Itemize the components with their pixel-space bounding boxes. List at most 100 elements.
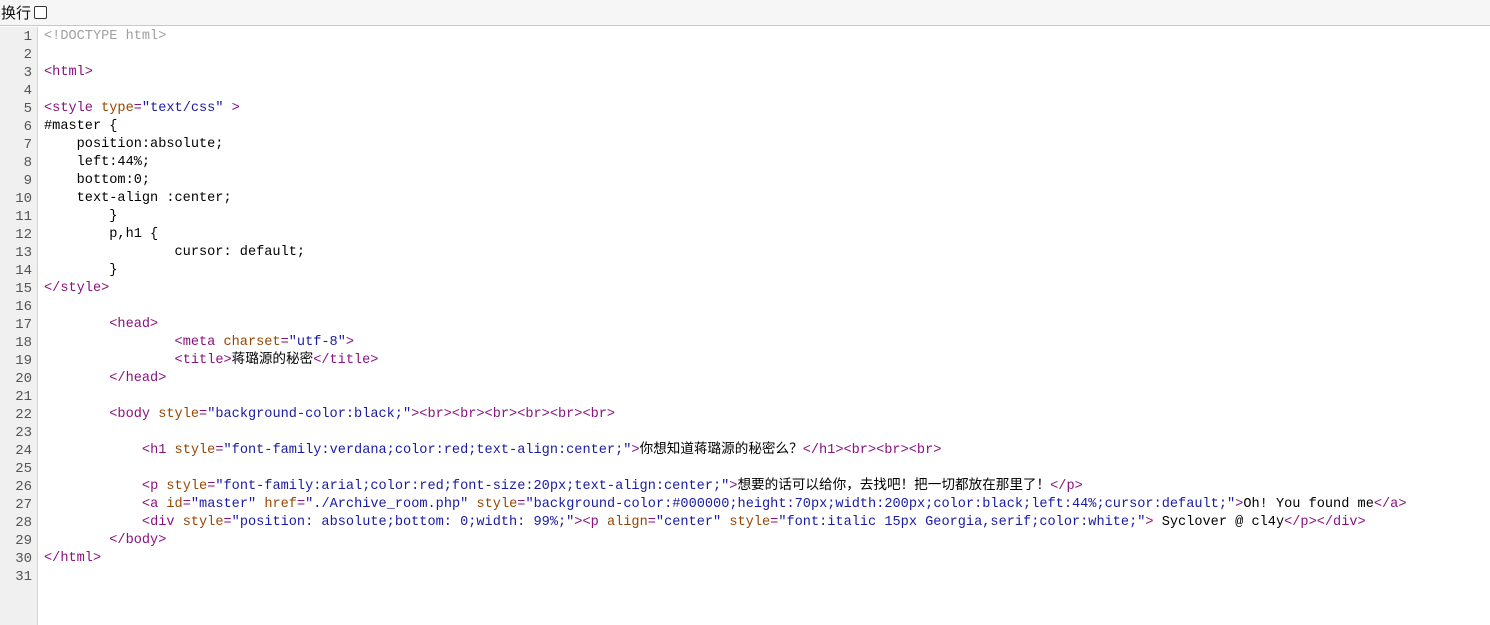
code-token-tag: >: [223, 101, 240, 116]
code-token-tag: </html>: [44, 551, 102, 566]
code-line: cursor: default;: [38, 244, 1490, 262]
code-token-attr: align: [606, 515, 648, 530]
line-number: 16: [15, 299, 32, 315]
code-token-tag: <head>: [109, 317, 159, 332]
line-number: 26: [15, 479, 32, 495]
code-token-plain: }: [44, 209, 118, 224]
code-token-tag: <body: [109, 407, 159, 422]
code-token-tag: </style>: [44, 281, 110, 296]
code-area: <!DOCTYPE html> <html> <style type="text…: [38, 27, 1490, 625]
code-token-value: "position: absolute;bottom: 0;width: 99%…: [231, 515, 575, 530]
code-token-value: "master": [190, 497, 257, 512]
code-line: text-align :center;: [38, 190, 1490, 208]
code-token-tag: <p: [141, 479, 167, 494]
code-token-tag: <div: [141, 515, 183, 530]
code-line: <title>蒋璐源的秘密</title>: [38, 352, 1490, 370]
code-line: }: [38, 262, 1490, 280]
code-token-tag: <meta: [174, 335, 224, 350]
line-number: 25: [15, 461, 32, 477]
line-number: 23: [15, 425, 32, 441]
code-token-value: "utf-8": [288, 335, 346, 350]
line-number: 4: [23, 83, 32, 99]
code-token-plain: #master {: [44, 119, 118, 134]
source-code-viewer: 1 2 3 4 5 6 7 8 9 10 11 12 13 14 15 16 17 18 19 20 21 22 23 24 2…: [0, 27, 1490, 625]
line-number: 24: [15, 443, 32, 459]
line-number: 29: [15, 533, 32, 549]
code-line: <head>: [38, 316, 1490, 334]
code-line: <meta charset="utf-8">: [38, 334, 1490, 352]
line-number: 28: [15, 515, 32, 531]
code-line: <h1 style="font-family:verdana;color:red…: [38, 442, 1490, 460]
code-line: }: [38, 208, 1490, 226]
line-number: 11: [15, 209, 32, 225]
code-token-plain: position:absolute;: [44, 137, 224, 152]
code-token-tag: </title>: [313, 353, 379, 368]
code-token-tag: </head>: [109, 371, 167, 386]
code-line: position:absolute;: [38, 136, 1490, 154]
line-number: 7: [23, 137, 32, 153]
line-number: 3: [23, 65, 32, 81]
line-number: 20: [15, 371, 32, 387]
code-line: </html>: [38, 550, 1490, 568]
code-token-plain: Oh! You found me: [1243, 497, 1374, 512]
code-line: </style>: [38, 280, 1490, 298]
line-number: 13: [15, 245, 32, 261]
code-token-tag: =: [182, 497, 191, 512]
code-token-tag: =: [133, 101, 142, 116]
code-line: left:44%;: [38, 154, 1490, 172]
code-line: </body>: [38, 532, 1490, 550]
line-number: 17: [15, 317, 32, 333]
code-token-tag: =: [280, 335, 289, 350]
code-token-plain: left:44%;: [44, 155, 151, 170]
code-line: p,h1 {: [38, 226, 1490, 244]
line-number: 5: [23, 101, 32, 117]
code-token-tag: =: [296, 497, 306, 512]
code-token-tag: ><p: [574, 515, 607, 530]
line-number-gutter: 1 2 3 4 5 6 7 8 9 10 11 12 13 14 15 16 17 18 19 20 21 22 23 24 2…: [0, 27, 38, 625]
code-token-tag: </h1><br><br><br>: [802, 443, 942, 458]
code-token-tag: <h1: [141, 443, 175, 458]
code-token-attr: style: [174, 443, 216, 458]
code-token-value: "font-family:arial;color:red;font-size:2…: [215, 479, 730, 494]
line-number: 30: [15, 551, 32, 567]
code-token-tag: =: [199, 407, 208, 422]
code-token-tag: </p>: [1050, 479, 1083, 494]
code-token-doctype: <!DOCTYPE html>: [44, 29, 167, 44]
line-number: 6: [23, 119, 32, 135]
code-token-attr: style: [476, 497, 518, 512]
code-token-tag: >: [1145, 515, 1154, 530]
line-number: 14: [15, 263, 32, 279]
line-number: 1: [23, 29, 32, 45]
line-number: 8: [23, 155, 32, 171]
code-token-tag: </body>: [109, 533, 167, 548]
line-number: 9: [23, 173, 32, 189]
code-token-attr: style: [729, 515, 771, 530]
code-line: bottom:0;: [38, 172, 1490, 190]
wrap-checkbox[interactable]: [34, 6, 48, 19]
code-token-tag: =: [647, 515, 656, 530]
line-number: 21: [15, 389, 32, 405]
code-token-attr: type: [101, 101, 134, 116]
code-line: <body style="background-color:black;"><b…: [38, 406, 1490, 424]
code-token-value: "font-family:verdana;color:red;text-alig…: [223, 443, 632, 458]
code-token-plain: bottom:0;: [44, 173, 151, 188]
code-token-tag: <title>: [174, 353, 232, 368]
code-line: </head>: [38, 370, 1490, 388]
code-token-tag: </a>: [1373, 497, 1407, 512]
line-number: 15: [15, 281, 32, 297]
code-token-tag: >: [631, 443, 640, 458]
code-token-tag: >: [345, 335, 355, 350]
